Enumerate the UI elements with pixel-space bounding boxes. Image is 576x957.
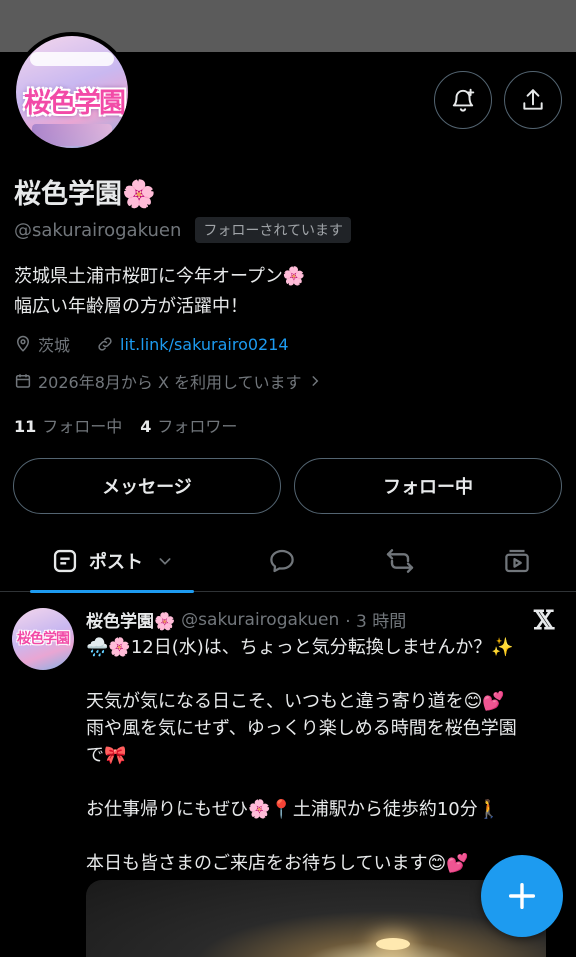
post-line: 天気が気になる日こそ、いつもと違う寄り道を😊💕: [86, 691, 505, 712]
chevron-down-icon: [159, 558, 171, 565]
followers-label: フォロワー: [157, 417, 238, 436]
x-logo-icon: 𝕏: [534, 606, 555, 636]
tab-posts[interactable]: ポスト: [30, 530, 194, 593]
follows-you-badge: フォローされています: [195, 217, 351, 243]
post-line: 🌧️🌸12日(水)は、ちょっと気分転換しませんか？✨: [86, 637, 514, 658]
image-light: [376, 938, 410, 950]
tab-media[interactable]: [487, 530, 547, 592]
profile-tabs: ポスト: [0, 530, 576, 593]
post-header: 桜色学園🌸 @sakurairogakuen · 3 時間: [86, 607, 407, 633]
notification-subscribe-button[interactable]: [434, 71, 492, 129]
follow-counts: 11 フォロー中 4 フォロワー: [14, 413, 237, 437]
followers-count[interactable]: 4 フォロワー: [140, 413, 237, 437]
location-icon: [16, 335, 30, 352]
message-button[interactable]: メッセージ: [13, 458, 281, 514]
bio-line: 茨城県土浦市桜町に今年オープン🌸: [14, 266, 306, 287]
post-author-name[interactable]: 桜色学園🌸: [86, 607, 175, 632]
profile-website-link[interactable]: lit.link/sakurairo0214: [120, 335, 289, 354]
profile-name: 桜色学園🌸: [14, 179, 156, 210]
link-icon: [98, 337, 112, 351]
post-time: · 3 時間: [345, 612, 407, 632]
post-avatar-logo: 桜色学園: [17, 631, 70, 647]
joined-row[interactable]: 2026年8月から X を利用しています: [14, 369, 322, 393]
replies-icon: [270, 549, 294, 573]
post-avatar[interactable]: 桜色学園: [12, 608, 74, 670]
repost-icon: [386, 549, 414, 573]
bio-line: 幅広い年齢層の方が活躍中！: [14, 296, 248, 317]
profile-meta: 茨城 lit.link/sakurairo0214: [14, 332, 289, 356]
tab-replies[interactable]: [252, 530, 312, 592]
following-count[interactable]: 11 フォロー中: [14, 413, 122, 437]
tab-reposts[interactable]: [370, 530, 430, 592]
following-button[interactable]: フォロー中: [294, 458, 562, 514]
share-icon: [523, 89, 543, 110]
profile-avatar[interactable]: 桜色学園: [12, 32, 132, 152]
avatar-decoration: [30, 52, 114, 66]
joined-date: 2026年8月から X を利用しています: [38, 373, 302, 392]
compose-plus-icon: [508, 882, 536, 910]
compose-post-button[interactable]: [481, 855, 563, 937]
post-image[interactable]: [86, 880, 546, 957]
avatar-logo-text: 桜色学園: [24, 87, 126, 119]
profile-location: 茨城: [38, 336, 71, 355]
post-text: 🌧️🌸12日(水)は、ちょっと気分転換しませんか？✨ 天気が気になる日こそ、いつ…: [86, 634, 566, 877]
bell-plus-icon: [452, 88, 475, 112]
profile-bio: 茨城県土浦市桜町に今年オープン🌸 幅広い年齢層の方が活躍中！: [14, 262, 305, 322]
post-line: 雨や風を気にせず、ゆっくり楽しめる時間を桜色学園: [86, 718, 517, 739]
avatar-decoration: [32, 124, 112, 146]
profile-handle: @sakurairogakuen: [14, 219, 182, 241]
followers-number: 4: [140, 417, 152, 436]
post-author-handle[interactable]: @sakurairogakuen: [181, 610, 339, 630]
post-line: お仕事帰りにもぜひ🌸📍土浦駅から徒歩約10分🚶: [86, 799, 501, 820]
following-number: 11: [14, 417, 37, 436]
handle-row: @sakurairogakuen フォローされています: [14, 217, 351, 243]
following-label: フォロー中: [42, 417, 123, 436]
calendar-icon: [15, 374, 31, 388]
tab-posts-label: ポスト: [89, 552, 143, 573]
media-icon: [505, 549, 529, 573]
posts-tab-icon: [53, 549, 77, 573]
post-line: で🎀: [86, 745, 127, 766]
share-button[interactable]: [504, 71, 562, 129]
chevron-right-icon: [312, 376, 318, 386]
